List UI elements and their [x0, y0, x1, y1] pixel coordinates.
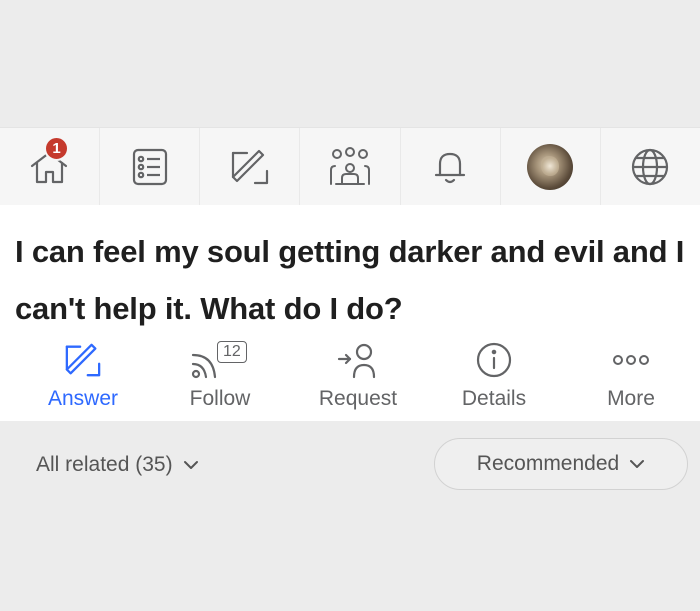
chevron-down-icon — [183, 461, 198, 469]
filter-bar: All related (35) Recommended — [0, 421, 700, 509]
all-related-label: All related (35) — [36, 453, 173, 476]
top-nav: 1 — [0, 127, 700, 206]
follow-button[interactable]: 12 Follow — [180, 337, 260, 417]
feed-icon — [132, 148, 167, 185]
more-label: More — [607, 387, 655, 410]
nav-language[interactable] — [601, 128, 700, 205]
request-label: Request — [318, 387, 398, 410]
nav-home[interactable]: 1 — [0, 128, 101, 205]
nav-profile[interactable] — [501, 128, 601, 205]
nav-notifications[interactable] — [401, 128, 501, 205]
write-icon — [231, 149, 268, 184]
more-button[interactable]: More — [596, 337, 666, 417]
question-actions: Answer 12 Follow Request Details More — [0, 337, 700, 417]
chevron-down-icon — [630, 460, 645, 468]
details-button[interactable]: Details — [451, 337, 537, 417]
answer-icon — [65, 343, 101, 377]
request-button[interactable]: Request — [310, 337, 406, 417]
details-label: Details — [461, 387, 527, 410]
follow-label: Follow — [189, 387, 251, 410]
nav-write[interactable] — [200, 128, 301, 205]
avatar — [527, 143, 574, 190]
all-related-dropdown[interactable]: All related (35) — [36, 453, 199, 477]
info-icon — [476, 342, 512, 378]
sort-label: Recommended — [476, 452, 620, 475]
more-icon — [613, 355, 649, 365]
question-card: I can feel my soul getting darker and ev… — [0, 205, 700, 421]
notification-badge: 1 — [44, 136, 69, 161]
follow-count: 12 — [217, 341, 247, 363]
globe-icon — [632, 148, 669, 185]
spaces-icon — [329, 146, 370, 185]
answer-label: Answer — [47, 387, 119, 410]
question-title[interactable]: I can feel my soul getting darker and ev… — [15, 223, 685, 337]
bell-icon — [435, 152, 466, 183]
sort-dropdown[interactable]: Recommended — [434, 438, 688, 490]
nav-feed[interactable] — [100, 128, 201, 205]
request-icon — [337, 343, 376, 379]
answer-button[interactable]: Answer — [40, 337, 126, 417]
nav-spaces[interactable] — [300, 128, 401, 205]
